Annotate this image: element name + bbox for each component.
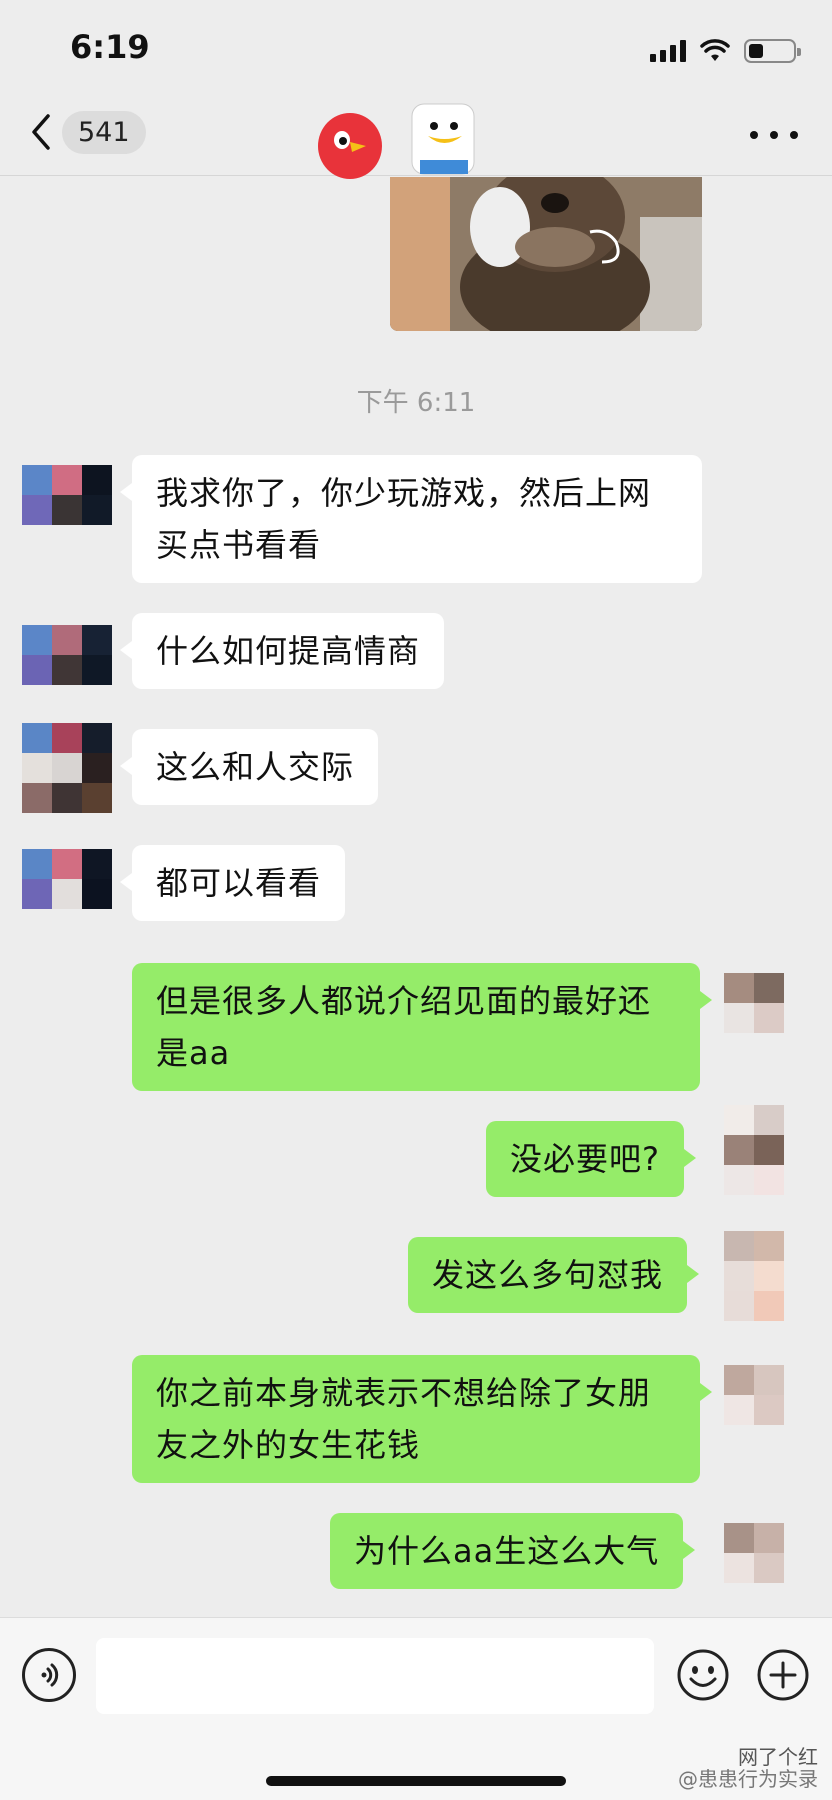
message-bubble-right[interactable]: 为什么aa生这么大气: [330, 1513, 696, 1589]
message-bubble-left[interactable]: 这么和人交际: [119, 729, 379, 805]
message-bubble-right[interactable]: 没必要吧?: [486, 1121, 696, 1197]
message-bubble-left[interactable]: 都可以看看: [119, 845, 346, 921]
watermark-line1: 网了个红: [738, 1745, 818, 1769]
message-bubble-right[interactable]: 但是很多人都说介绍见面的最好还是aa: [132, 963, 712, 1091]
home-indicator: [266, 1776, 566, 1786]
my-avatar[interactable]: [724, 1105, 814, 1195]
unread-badge: 541: [62, 110, 146, 154]
contact-avatar[interactable]: [22, 625, 112, 715]
contact-avatar[interactable]: [22, 723, 112, 813]
watermark: 网了个红 @患患行为实录: [678, 1746, 818, 1790]
more-dots-icon: [750, 131, 758, 139]
status-time: 6:19: [70, 28, 150, 66]
chat-area: 下午 6:11 我求你了，你少玩游戏，然后上网买点书看看 什么如何提高情商 这么…: [0, 177, 832, 1617]
back-button[interactable]: 541: [24, 108, 146, 156]
contact-avatar[interactable]: [22, 849, 112, 939]
status-icons: [650, 36, 801, 66]
wifi-icon: [700, 39, 730, 61]
status-bar: 6:19: [0, 0, 832, 100]
voice-icon: [41, 1663, 59, 1687]
emoji-icon[interactable]: [676, 1648, 730, 1702]
message-timestamp: 下午 6:11: [356, 388, 476, 418]
my-avatar[interactable]: [724, 1365, 814, 1455]
chevron-left-icon: [32, 114, 50, 150]
input-bar: 网了个红 @患患行为实录: [0, 1617, 832, 1800]
message-bubble-left[interactable]: 什么如何提高情商: [119, 613, 445, 689]
my-avatar[interactable]: [724, 1231, 814, 1321]
message-bubble-right[interactable]: 发这么多句怼我: [408, 1237, 700, 1313]
message-input[interactable]: [96, 1638, 654, 1714]
chat-screen: 6:19 541 下午 6:11 我求你了，你少玩游戏，然后上网买点书看看 什么…: [0, 0, 832, 1800]
voice-button[interactable]: [22, 1648, 76, 1702]
battery-icon: [744, 39, 801, 63]
my-avatar[interactable]: [724, 973, 814, 1063]
message-bubble-left[interactable]: 我求你了，你少玩游戏，然后上网买点书看看: [120, 455, 702, 583]
plus-icon[interactable]: [756, 1648, 810, 1702]
contact-avatar[interactable]: [22, 465, 112, 555]
message-bubble-right[interactable]: 你之前本身就表示不想给除了女朋友之外的女生花钱: [132, 1355, 712, 1483]
signal-icon: [650, 40, 686, 62]
my-avatar[interactable]: [724, 1523, 814, 1613]
otter-photo[interactable]: [390, 177, 702, 331]
more-button[interactable]: [750, 120, 798, 150]
watermark-line2: @患患行为实录: [678, 1767, 818, 1791]
